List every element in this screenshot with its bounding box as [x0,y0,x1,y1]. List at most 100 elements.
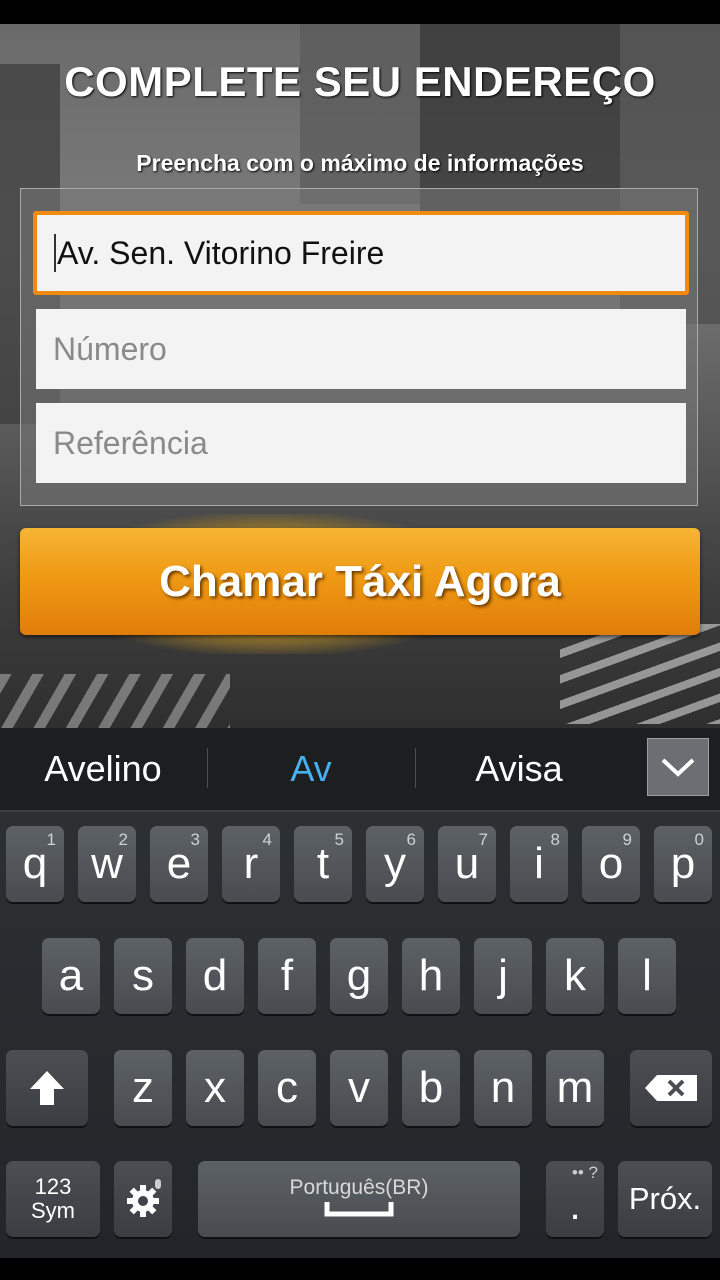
key-m[interactable]: m [546,1050,604,1126]
key-label: d [202,951,228,1000]
key-g[interactable]: g [330,938,388,1014]
key-label: t [316,839,330,888]
key-p[interactable]: p0 [654,826,712,902]
space-key[interactable]: Português(BR) [198,1161,520,1237]
call-taxi-button[interactable]: Chamar Táxi Agora [20,528,700,635]
symbols-key-label-1: 123 [34,1174,72,1199]
key-z[interactable]: z [114,1050,172,1126]
key-e[interactable]: e3 [150,826,208,902]
key-label: m [556,1063,594,1112]
address-form: Av. Sen. Vitorino Freire Número Referênc… [20,188,698,506]
key-label: b [418,1063,444,1112]
key-label: e [166,839,192,888]
page-subtitle: Preencha com o máximo de informações [136,150,584,176]
key-r[interactable]: r4 [222,826,280,902]
key-q[interactable]: q1 [6,826,64,902]
key-s[interactable]: s [114,938,172,1014]
suggestion-item[interactable]: Av [208,728,414,810]
key-c[interactable]: c [258,1050,316,1126]
key-label: n [490,1063,516,1112]
key-label: y [384,839,406,888]
key-label: q [22,839,48,888]
key-w[interactable]: w2 [78,826,136,902]
key-h[interactable]: h [402,938,460,1014]
symbols-key[interactable]: 123 Sym [6,1161,100,1237]
key-label: a [58,951,84,1000]
spacebar-icon [324,1202,394,1217]
building-shape [300,24,420,204]
gear-icon [127,1179,161,1217]
key-label: k [564,951,586,1000]
key-number-hint: 0 [694,830,704,849]
settings-key[interactable] [114,1161,172,1237]
key-label: r [243,839,259,888]
backspace-icon [645,1075,697,1101]
key-l[interactable]: l [618,938,676,1014]
backspace-key[interactable] [630,1050,712,1126]
chevron-down-icon [661,758,695,777]
key-number-hint: 8 [550,830,560,849]
reference-input[interactable]: Referência [36,403,686,483]
street-input[interactable]: Av. Sen. Vitorino Freire [33,211,689,295]
space-language-label: Português(BR) [289,1176,429,1199]
period-key[interactable]: •• ? . [546,1161,604,1237]
number-input[interactable]: Número [36,309,686,389]
key-label: x [204,1063,226,1112]
key-u[interactable]: u7 [438,826,496,902]
key-number-hint: 5 [334,830,344,849]
key-label: p [670,839,696,888]
key-i[interactable]: i8 [510,826,568,902]
key-label: z [132,1063,154,1112]
key-label: i [534,839,544,888]
key-number-hint: 2 [118,830,128,849]
key-y[interactable]: y6 [366,826,424,902]
key-number-hint: 3 [190,830,200,849]
key-label: g [346,951,372,1000]
key-t[interactable]: t5 [294,826,352,902]
shift-key[interactable] [6,1050,88,1126]
key-label: v [348,1063,370,1112]
period-key-hint: •• ? [571,1163,598,1182]
number-input-placeholder: Número [53,330,167,367]
street-input-value: Av. Sen. Vitorino Freire [57,234,385,271]
key-o[interactable]: o9 [582,826,640,902]
next-key[interactable]: Próx. [618,1161,712,1237]
crosswalk-stripes [0,674,230,728]
key-number-hint: 6 [406,830,416,849]
crosswalk-stripes [560,624,720,724]
shift-arrow-icon [30,1071,64,1105]
key-b[interactable]: b [402,1050,460,1126]
key-number-hint: 1 [46,830,56,849]
status-bar [0,0,720,24]
key-number-hint: 4 [262,830,272,849]
key-label: s [132,951,154,1000]
key-d[interactable]: d [186,938,244,1014]
mic-icon [155,1179,161,1189]
key-label: h [418,951,444,1000]
keyboard-collapse-button[interactable] [647,738,709,796]
key-label: c [276,1063,298,1112]
key-v[interactable]: v [330,1050,388,1126]
page-title: COMPLETE SEU ENDEREÇO [64,58,656,105]
symbols-key-label-2: Sym [31,1198,75,1223]
key-label: l [642,951,652,1000]
key-label: o [598,839,624,888]
key-f[interactable]: f [258,938,316,1014]
suggestion-item[interactable]: Avelino [0,728,206,810]
period-key-label: . [569,1183,581,1228]
key-label: j [498,951,508,1000]
navigation-bar [0,1258,720,1280]
text-cursor [54,234,56,272]
key-n[interactable]: n [474,1050,532,1126]
suggestion-item[interactable]: Avisa [416,728,622,810]
key-j[interactable]: j [474,938,532,1014]
key-a[interactable]: a [42,938,100,1014]
key-label: u [454,839,480,888]
reference-input-placeholder: Referência [53,424,208,461]
keyboard-suggestion-bar: Avelino Av Avisa [0,728,720,812]
key-x[interactable]: x [186,1050,244,1126]
key-label: f [280,951,294,1000]
key-number-hint: 7 [478,830,488,849]
key-k[interactable]: k [546,938,604,1014]
keyboard: q1w2e3r4t5y6u7i8o9p0 asdfghjkl zxcvbnm 1… [0,812,720,1258]
